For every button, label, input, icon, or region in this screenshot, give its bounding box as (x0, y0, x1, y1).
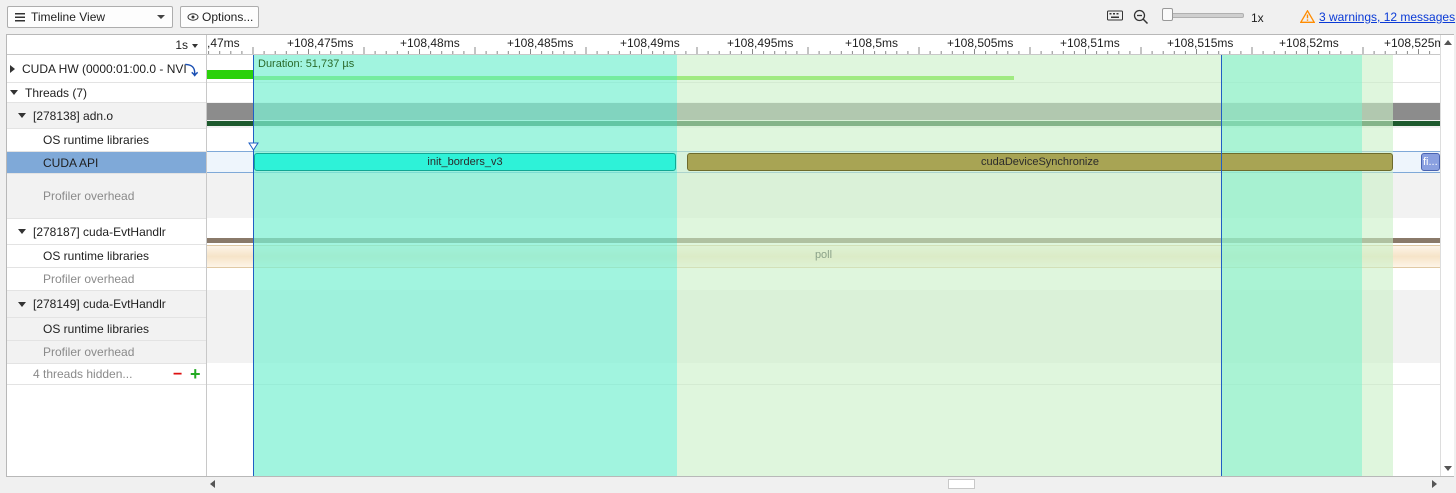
zoom-out-icon[interactable] (1133, 9, 1149, 25)
horizontal-scrollbar[interactable] (207, 477, 1440, 490)
cuda-sync-label: cudaDeviceSynchronize (980, 156, 1099, 168)
collapse-icon[interactable] (18, 229, 26, 234)
tick-label: +108,52ms (1279, 36, 1339, 50)
row-label: OS runtime libraries (43, 322, 150, 336)
scale-label: 1s (175, 38, 188, 52)
tree-header: 1s (7, 35, 206, 55)
row-profiler-overhead[interactable]: Profiler overhead (7, 174, 206, 219)
zoom-slider-track (1162, 13, 1244, 18)
tick-label: +108,495ms (727, 36, 794, 50)
row-cuda-hw[interactable]: CUDA HW (0000:01:00.0 - NVI ⤵ (7, 55, 206, 83)
row-tree: 1s CUDA HW (0000:01:00.0 - NVI ⤵ Threads… (7, 35, 207, 476)
chevron-down-icon (192, 43, 198, 48)
tick-label: +108,5ms (845, 36, 899, 50)
row-hidden-threads: 4 threads hidden... − + (7, 364, 206, 385)
horizontal-scroll-thumb[interactable] (948, 479, 975, 489)
row-profiler-overhead[interactable]: Profiler overhead (7, 268, 206, 291)
tick-label: ,47ms (207, 36, 240, 50)
chevron-down-icon (157, 15, 165, 19)
truncated-event-label: fi... (1423, 156, 1438, 168)
collapse-icon[interactable] (18, 113, 26, 118)
tick-label: +108,475ms (287, 36, 354, 50)
scale-dropdown[interactable]: 1s (175, 38, 198, 52)
tick-label: +108,485ms (507, 36, 574, 50)
tick-label: +108,515ms (1167, 36, 1234, 50)
toolbar: Timeline View Options... 1x 3 warnings, … (0, 0, 1456, 34)
row-label: OS runtime libraries (43, 249, 150, 263)
view-dropdown[interactable]: Timeline View (7, 6, 173, 28)
time-ruler[interactable]: ,47ms +108,475ms +108,48ms +108,485ms +1… (207, 35, 1440, 55)
cursor-marker-icon[interactable] (248, 142, 259, 151)
selection-highlight (253, 55, 677, 476)
row-threads[interactable]: Threads (7) (7, 83, 206, 103)
expand-icon[interactable] (10, 64, 15, 73)
scroll-up-icon[interactable] (1444, 40, 1452, 45)
eye-icon (187, 13, 199, 21)
row-label: Profiler overhead (43, 345, 135, 359)
row-label: Threads (7) (25, 85, 88, 100)
row-os-runtime[interactable]: OS runtime libraries (7, 318, 206, 341)
hw-activity-bar[interactable] (207, 70, 253, 79)
scroll-right-icon[interactable] (1432, 480, 1437, 488)
tick-label: +108,49ms (620, 36, 680, 50)
options-button-label: Options... (202, 10, 254, 24)
warning-icon (1300, 10, 1315, 23)
cuda-kernel-label: init_borders_v3 (427, 156, 503, 168)
scroll-down-icon[interactable] (1444, 466, 1452, 471)
range-highlight (1222, 55, 1362, 476)
row-thread-278187[interactable]: [278187] cuda-EvtHandlr (7, 219, 206, 245)
tick-label: +108,505ms (947, 36, 1014, 50)
vertical-scrollbar[interactable] (1440, 35, 1454, 476)
cursor-line[interactable] (1221, 55, 1222, 476)
row-label: Profiler overhead (43, 189, 135, 203)
plus-icon[interactable]: + (190, 364, 201, 384)
tick-label: +108,51ms (1060, 36, 1120, 50)
zoom-slider[interactable] (1162, 8, 1244, 24)
row-label: [278138] adn.o (33, 108, 114, 123)
jump-arrow-icon[interactable]: ⤵ (185, 60, 198, 79)
row-label: [278187] cuda-EvtHandlr (33, 224, 166, 239)
collapse-icon[interactable] (18, 301, 26, 307)
collapse-icon[interactable] (10, 90, 18, 95)
minus-icon[interactable]: − (173, 366, 182, 384)
cursor-line[interactable] (253, 55, 254, 476)
row-label: OS runtime libraries (43, 133, 150, 147)
row-profiler-overhead[interactable]: Profiler overhead (7, 341, 206, 364)
row-label: CUDA API (43, 155, 99, 170)
row-os-runtime[interactable]: OS runtime libraries (7, 129, 206, 152)
tick-label: +108,48ms (400, 36, 460, 50)
row-thread-278138[interactable]: [278138] adn.o (7, 103, 206, 129)
row-thread-278149[interactable]: [278149] cuda-EvtHandlr (7, 291, 206, 318)
scroll-left-icon[interactable] (210, 480, 215, 488)
row-label: Profiler overhead (43, 272, 135, 286)
row-cuda-api[interactable]: CUDA API (7, 152, 206, 174)
keyboard-icon[interactable] (1107, 9, 1123, 22)
zoom-slider-thumb[interactable] (1162, 8, 1173, 21)
warnings-link[interactable]: 3 warnings, 12 messages (1319, 10, 1455, 24)
row-label: CUDA HW (0000:01:00.0 - NVI (22, 61, 187, 76)
tick-label: +108,525m (1384, 36, 1440, 50)
timeline-area[interactable]: poll init_borders_v3 cudaDeviceSynchroni… (207, 55, 1440, 476)
row-os-runtime[interactable]: OS runtime libraries (7, 245, 206, 268)
row-label: 4 threads hidden... (33, 367, 133, 381)
duration-label: Duration: 51,737 µs (258, 58, 355, 70)
ruler-ticks (208, 47, 1431, 54)
zoom-level: 1x (1251, 11, 1264, 25)
view-dropdown-label: Timeline View (31, 10, 106, 24)
row-label: [278149] cuda-EvtHandlr (33, 297, 166, 311)
options-button[interactable]: Options... (180, 6, 259, 28)
menu-icon (15, 12, 25, 21)
